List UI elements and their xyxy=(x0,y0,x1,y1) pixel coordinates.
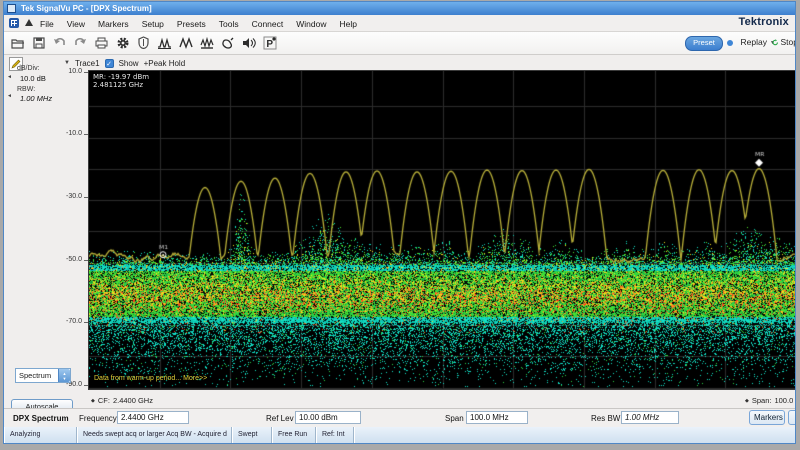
cf-label: CF: xyxy=(97,396,110,405)
spinner-icon[interactable]: ▲ ▼ xyxy=(58,369,70,382)
span-input[interactable] xyxy=(466,411,528,424)
status-trigger-mode: Free Run xyxy=(272,427,316,443)
replay-button[interactable]: Replay xyxy=(741,37,767,47)
status-reference: Ref: Int xyxy=(316,427,354,443)
tek-mark-icon[interactable] xyxy=(25,19,33,26)
view-selector-value: Spectrum xyxy=(19,371,52,380)
settings-gear-icon[interactable] xyxy=(115,35,130,50)
rbw-label: RBW: xyxy=(17,86,36,93)
menu-window[interactable]: Window xyxy=(296,19,326,29)
rbw-value[interactable]: 1.00 MHz xyxy=(20,94,52,103)
show-checkbox[interactable]: ✓ xyxy=(104,58,114,68)
title-bar[interactable]: Tek SignalVu PC - [DPX Spectrum] xyxy=(4,2,795,15)
redo-icon[interactable] xyxy=(73,35,88,50)
trace-button[interactable]: Tra xyxy=(788,410,795,425)
preset-button[interactable]: Preset xyxy=(685,36,723,51)
trace-math-icon[interactable] xyxy=(199,35,214,50)
menu-setup[interactable]: Setup xyxy=(142,19,164,29)
stop-button[interactable]: Stop xyxy=(772,37,796,47)
settings-bar: DPX Spectrum Frequency Ref Lev Span Res … xyxy=(4,408,795,427)
trace-name[interactable]: Trace1 xyxy=(75,59,100,68)
menu-help[interactable]: Help xyxy=(339,19,356,29)
db-div-arrow-icon[interactable]: ◄ xyxy=(7,74,12,80)
menu-items: File View Markers Setup Presets Tools Co… xyxy=(40,15,357,32)
window-bottom-edge xyxy=(4,443,795,444)
stop-label: Stop xyxy=(780,37,796,47)
y-tick--70: -70.0 xyxy=(66,318,82,325)
save-icon[interactable] xyxy=(31,35,46,50)
audio-icon[interactable] xyxy=(241,35,256,50)
menu-presets[interactable]: Presets xyxy=(177,19,206,29)
span-setting-label: Span xyxy=(445,414,464,423)
view-selector-dropdown[interactable]: Spectrum ▲ ▼ xyxy=(15,368,71,383)
db-div-value[interactable]: 10.0 dB xyxy=(20,74,46,83)
status-empty xyxy=(354,427,795,443)
status-bar: Analyzing Needs swept acq or larger Acq … xyxy=(4,427,795,443)
menu-connect[interactable]: Connect xyxy=(252,19,284,29)
warmup-warning-link[interactable]: Data from warm-up period... More>> xyxy=(94,375,207,382)
status-analyzing: Analyzing xyxy=(4,427,77,443)
stop-icon xyxy=(772,38,778,45)
center-frequency-readout[interactable]: ◆ CF: 2.4400 GHz xyxy=(91,396,153,405)
replay-status-icon xyxy=(727,40,733,46)
app-window-icon xyxy=(7,4,16,13)
dpx-spectrum-display[interactable]: MR: -19.97 dBm 2.481125 GHz Data from wa… xyxy=(88,70,795,390)
cf-value: 2.4400 GHz xyxy=(112,396,153,405)
y-tick-10: 10.0 xyxy=(68,68,82,75)
y-tick--50: -50.0 xyxy=(66,256,82,263)
res-bw-label: Res BW xyxy=(591,414,621,423)
cf-diamond-icon: ◆ xyxy=(91,397,95,404)
app-icon[interactable] xyxy=(9,18,19,28)
y-tick--10: -10.0 xyxy=(66,130,82,137)
span-value: 100.0 xyxy=(774,396,794,405)
marker-readout-amplitude: MR: -19.97 dBm xyxy=(93,73,150,81)
app-window: Tek SignalVu PC - [DPX Spectrum] File Vi… xyxy=(3,1,796,444)
frequency-label: Frequency xyxy=(79,414,117,423)
playback-marker-icon[interactable]: P xyxy=(262,35,277,50)
desktop: Tek SignalVu PC - [DPX Spectrum] File Vi… xyxy=(0,0,800,450)
undo-icon[interactable] xyxy=(52,35,67,50)
markers-button[interactable]: Markers xyxy=(749,410,785,425)
y-tick--30: -30.0 xyxy=(66,193,82,200)
trace-dropdown-icon[interactable]: ▼ xyxy=(64,60,70,66)
rbw-arrow-icon[interactable]: ◄ xyxy=(7,93,12,99)
menu-file[interactable]: File xyxy=(40,19,54,29)
trace-icon[interactable] xyxy=(178,35,193,50)
toolbar: P Preset Replay ▼ Stop xyxy=(4,32,795,55)
menu-bar: File View Markers Setup Presets Tools Co… xyxy=(4,15,795,32)
window-title: Tek SignalVu PC - [DPX Spectrum] xyxy=(21,4,152,13)
ref-lev-input[interactable] xyxy=(295,411,361,424)
menu-tools[interactable]: Tools xyxy=(219,19,239,29)
tektronix-logo: Tektronix xyxy=(738,16,789,28)
marker-readout-frequency: 2.481125 GHz xyxy=(93,81,143,89)
svg-text:P: P xyxy=(266,39,273,50)
peak-hold-label[interactable]: +Peak Hold xyxy=(144,59,186,68)
status-sweep-mode: Swept xyxy=(232,427,272,443)
span-readout[interactable]: ◆ Span: 100.0 xyxy=(745,396,795,405)
shield-icon[interactable] xyxy=(136,35,151,50)
mode-label: DPX Spectrum xyxy=(13,414,69,423)
print-icon[interactable] xyxy=(94,35,109,50)
frequency-input[interactable] xyxy=(117,411,189,424)
show-label: Show xyxy=(118,58,139,68)
status-acquisition-warning: Needs swept acq or larger Acq BW - Acqui… xyxy=(77,427,232,443)
menu-markers[interactable]: Markers xyxy=(98,19,129,29)
spectrum-display-icon[interactable] xyxy=(157,35,172,50)
dpx-canvas xyxy=(89,71,795,389)
marker-readout: MR: -19.97 dBm 2.481125 GHz xyxy=(93,73,149,89)
db-div-label: dB/Div: xyxy=(17,65,40,72)
res-bw-input[interactable] xyxy=(621,411,679,424)
open-icon[interactable] xyxy=(10,35,25,50)
span-label: Span: xyxy=(751,396,772,405)
menu-view[interactable]: View xyxy=(67,19,85,29)
ref-lev-label: Ref Lev xyxy=(266,414,294,423)
trace-settings-bar: ▼ Trace1 ✓ Show +Peak Hold xyxy=(64,57,185,69)
touch-icon[interactable] xyxy=(220,35,235,50)
span-diamond-icon: ◆ xyxy=(745,397,749,404)
